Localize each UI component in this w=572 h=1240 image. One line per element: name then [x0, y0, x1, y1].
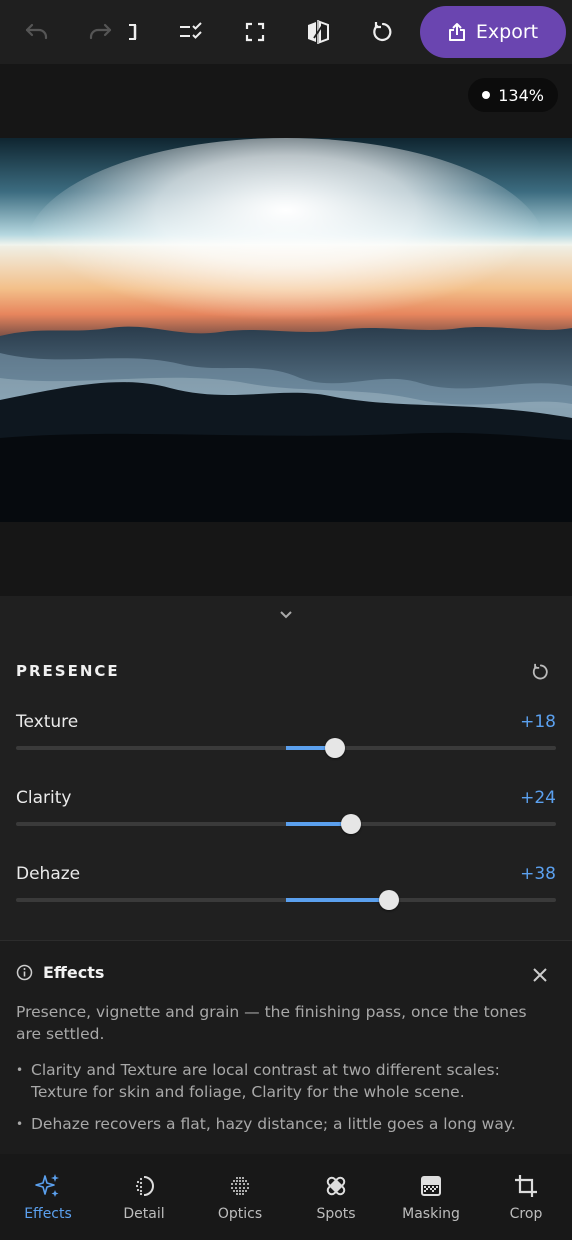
reset-icon[interactable]: [366, 16, 398, 48]
sparkles-icon: [34, 1172, 62, 1200]
nav-label: Masking: [402, 1206, 460, 1222]
bottom-navigation: Effects Detail Optics Spots Masking Crop: [0, 1154, 572, 1240]
fullscreen-icon[interactable]: [239, 16, 271, 48]
nav-item-crop[interactable]: Crop: [478, 1154, 572, 1240]
nav-item-spots[interactable]: Spots: [288, 1154, 384, 1240]
info-bullet: Clarity and Texture are local contrast a…: [16, 1059, 556, 1103]
slider-label: Texture: [16, 712, 79, 732]
checklist-icon[interactable]: [175, 16, 207, 48]
texture-slider: Texture +18: [16, 712, 556, 772]
zoom-level: 134%: [498, 85, 544, 105]
clarity-slider: Clarity +24: [16, 788, 556, 848]
optics-icon: [226, 1172, 254, 1200]
nav-item-optics[interactable]: Optics: [192, 1154, 288, 1240]
info-title: Effects: [43, 963, 105, 982]
undo-icon[interactable]: [21, 16, 53, 48]
nav-label: Optics: [217, 1206, 263, 1222]
crop-icon: [512, 1172, 540, 1200]
slider-label: Dehaze: [16, 864, 81, 884]
info-description: Presence, vignette and grain — the finis…: [16, 1003, 527, 1043]
export-button[interactable]: Export: [420, 6, 566, 58]
nav-label: Crop: [509, 1206, 543, 1222]
nav-item-detail[interactable]: Detail: [96, 1154, 192, 1240]
image-viewer[interactable]: 134%: [0, 64, 572, 596]
nav-label: Detail: [123, 1206, 165, 1222]
slider-value[interactable]: +24: [520, 788, 556, 808]
nav-item-effects[interactable]: Effects: [0, 1154, 96, 1240]
nav-label: Effects: [24, 1206, 72, 1222]
info-icon: [16, 964, 33, 981]
slider-value[interactable]: +38: [520, 864, 556, 884]
section-reset-icon[interactable]: [528, 660, 552, 684]
masking-icon: [417, 1172, 445, 1200]
export-label: Export: [475, 21, 539, 43]
slider-fill: [286, 898, 389, 902]
slider-thumb[interactable]: [378, 890, 399, 910]
slider-thumb[interactable]: [324, 738, 345, 758]
close-icon[interactable]: [528, 963, 552, 987]
redo-icon[interactable]: [84, 16, 116, 48]
chevron-down-icon[interactable]: [274, 604, 298, 626]
slider-label: Clarity: [16, 788, 72, 808]
nav-label: Spots: [316, 1206, 356, 1222]
info-bullet: Dehaze recovers a flat, hazy distance; a…: [16, 1113, 556, 1135]
slider-thumb[interactable]: [340, 814, 361, 834]
zoom-badge[interactable]: 134%: [468, 78, 558, 112]
info-card: Effects Presence, vignette and grain — t…: [0, 940, 572, 1155]
section-title: PRESENCE: [16, 662, 120, 680]
photo-preview[interactable]: [0, 138, 572, 522]
info-header: Effects: [16, 963, 104, 982]
panel-toggle-icon[interactable]: [122, 16, 142, 48]
share-icon: [448, 22, 466, 42]
slider-value[interactable]: +18: [520, 712, 556, 732]
nav-item-masking[interactable]: Masking: [383, 1154, 479, 1240]
dehaze-slider: Dehaze +38: [16, 864, 556, 924]
zoom-dot-icon: [482, 91, 491, 99]
detail-icon: [130, 1172, 158, 1200]
adjustment-panel: PRESENCE Texture +18 Clarity +24 Dehaze …: [0, 596, 572, 940]
top-toolbar: Export: [0, 0, 572, 64]
bandage-icon: [322, 1172, 350, 1200]
compare-icon[interactable]: [302, 16, 334, 48]
